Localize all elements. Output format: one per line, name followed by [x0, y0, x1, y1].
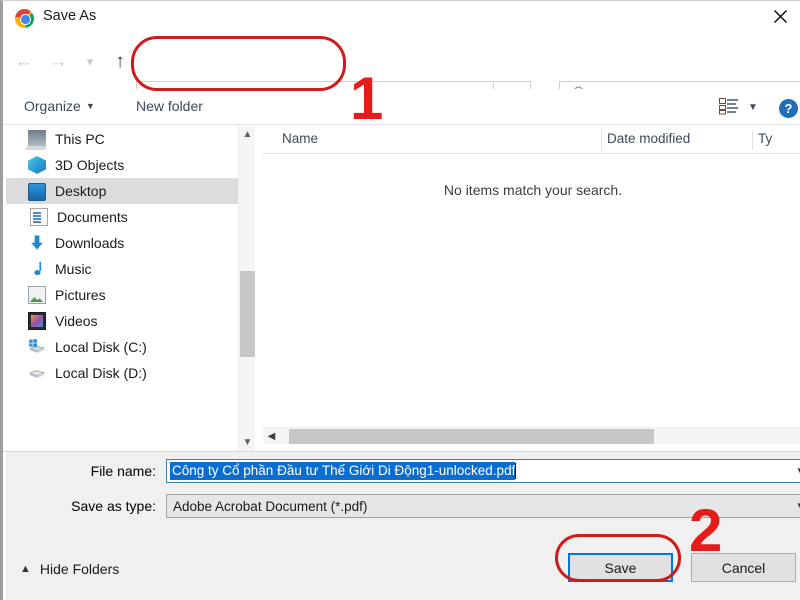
save-as-type-label: Save as type:: [16, 498, 156, 514]
file-list-pane: Name Date modified ▾ Ty No items match y…: [263, 126, 800, 451]
back-arrow-icon[interactable]: ←: [11, 49, 37, 75]
hard-drive-d-icon: [28, 364, 46, 382]
sidebar-item-pictures[interactable]: Pictures: [6, 282, 238, 308]
hard-drive-c-icon: [28, 338, 46, 356]
sidebar-item-label: Local Disk (D:): [55, 365, 147, 381]
column-header-date-modified[interactable]: Date modified ▾: [607, 131, 690, 146]
file-name-value: Công ty Cổ phần Đầu tư Thế Giới Di Động1…: [170, 462, 515, 480]
sidebar-item-downloads[interactable]: Downloads: [6, 230, 238, 256]
chrome-logo-icon: [15, 9, 34, 28]
pictures-icon: [28, 286, 46, 304]
chevron-up-icon: ▲: [20, 563, 31, 575]
music-icon: [28, 260, 46, 278]
save-as-dialog: Save As ← → ▾ ↑ › This PC › Desktop ▾ ↻: [0, 0, 800, 600]
column-header-name[interactable]: Name: [282, 131, 318, 146]
save-as-type-select[interactable]: Adobe Acrobat Document (*.pdf) ▾: [166, 494, 800, 518]
chevron-up-icon[interactable]: ▲: [239, 126, 256, 143]
sidebar-item-label: 3D Objects: [55, 157, 124, 173]
save-button[interactable]: Save: [568, 553, 673, 582]
view-layout-icon[interactable]: [719, 98, 739, 115]
chevron-down-icon[interactable]: ▼: [239, 434, 256, 451]
column-header-row: Name Date modified ▾ Ty: [263, 126, 800, 154]
view-options-chevron-icon[interactable]: ▼: [748, 102, 758, 113]
navigation-pane: This PC 3D Objects Desktop Documents Dow…: [6, 126, 238, 451]
cancel-button[interactable]: Cancel: [691, 553, 796, 582]
sidebar-item-label: Music: [55, 261, 92, 277]
new-folder-button[interactable]: New folder: [136, 98, 203, 114]
sidebar-item-label: Desktop: [55, 183, 106, 199]
file-name-label: File name:: [36, 463, 156, 479]
sidebar-item-this-pc[interactable]: This PC: [6, 126, 238, 152]
sidebar-item-documents[interactable]: Documents: [6, 204, 238, 230]
forward-arrow-icon[interactable]: →: [45, 49, 71, 75]
sidebar-item-local-disk-d[interactable]: Local Disk (D:): [6, 360, 238, 386]
title-bar: Save As: [3, 1, 800, 35]
organize-label: Organize: [24, 98, 81, 114]
sidebar-item-label: Pictures: [55, 287, 106, 303]
text-cursor: [515, 463, 516, 479]
sidebar-item-music[interactable]: Music: [6, 256, 238, 282]
sidebar-item-videos[interactable]: Videos: [6, 308, 238, 334]
sidebar-scrollbar-thumb[interactable]: [240, 271, 255, 357]
3d-objects-icon: [28, 156, 46, 174]
sidebar-item-3d-objects[interactable]: 3D Objects: [6, 152, 238, 178]
videos-icon: [28, 312, 46, 330]
help-icon[interactable]: ?: [779, 99, 798, 118]
documents-icon: [30, 208, 48, 226]
command-bar: Organize ▼ New folder ▼: [3, 89, 800, 125]
sidebar-item-local-disk-c[interactable]: Local Disk (C:): [6, 334, 238, 360]
desktop-icon: [28, 183, 46, 201]
downloads-icon: [28, 234, 46, 252]
sidebar-item-label: Documents: [57, 209, 128, 225]
empty-state-message: No items match your search.: [263, 182, 800, 198]
file-list-horizontal-scrollbar[interactable]: ◀: [263, 427, 800, 444]
chevron-left-icon[interactable]: ◀: [263, 428, 280, 445]
sidebar-item-label: This PC: [55, 131, 105, 147]
horizontal-scrollbar-thumb[interactable]: [289, 429, 654, 444]
sidebar-item-label: Local Disk (C:): [55, 339, 147, 355]
file-name-input[interactable]: Công ty Cổ phần Đầu tư Thế Giới Di Động1…: [166, 459, 800, 483]
this-pc-icon: [28, 130, 46, 148]
organize-button[interactable]: Organize ▼: [24, 98, 95, 114]
close-icon[interactable]: [757, 1, 800, 31]
up-arrow-icon[interactable]: ↑: [107, 49, 133, 75]
sidebar-item-label: Downloads: [55, 235, 124, 251]
sidebar-scrollbar[interactable]: ▲ ▼: [238, 126, 255, 451]
column-header-type[interactable]: Ty: [758, 131, 772, 146]
sidebar-item-desktop[interactable]: Desktop: [6, 178, 238, 204]
navigation-bar: ← → ▾ ↑ › This PC › Desktop ▾ ↻ Search D…: [3, 35, 800, 89]
hide-folders-label: Hide Folders: [40, 561, 119, 577]
sidebar-item-label: Videos: [55, 313, 98, 329]
recent-locations-chevron-icon[interactable]: ▾: [77, 49, 103, 75]
save-as-type-value: Adobe Acrobat Document (*.pdf): [173, 499, 367, 514]
chevron-down-icon: ▼: [86, 101, 95, 111]
hide-folders-button[interactable]: ▲ Hide Folders: [20, 561, 119, 577]
window-title: Save As: [43, 8, 96, 24]
form-panel: File name: Công ty Cổ phần Đầu tư Thế Gi…: [6, 452, 800, 600]
